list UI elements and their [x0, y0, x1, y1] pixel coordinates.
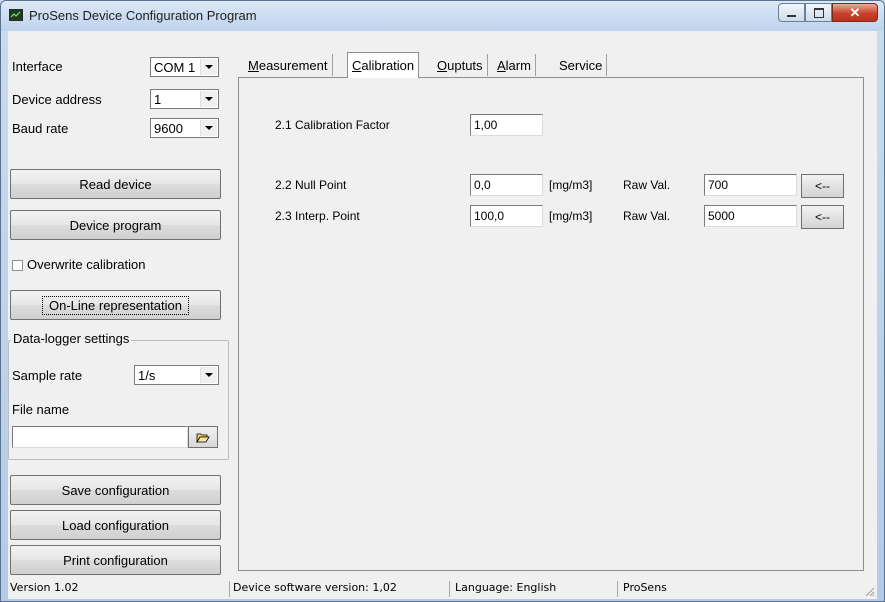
status-brand: ProSens: [623, 581, 667, 594]
tab-measurement[interactable]: Measurement: [244, 54, 333, 76]
tab-service[interactable]: Service: [555, 54, 608, 76]
null-point-raw-value: 700: [708, 178, 729, 192]
sample-rate-select[interactable]: 1/s: [134, 365, 219, 385]
device-program-label: Device program: [69, 217, 162, 233]
null-point-value: 0,0: [474, 178, 491, 192]
calibration-factor-label: 2.1 Calibration Factor: [275, 118, 390, 132]
file-name-label: File name: [12, 402, 70, 417]
tab-calibration-accel: C: [352, 58, 362, 73]
chevron-down-icon: [200, 59, 217, 75]
interp-point-unit: [mg/m3]: [549, 209, 593, 223]
null-point-label: 2.2 Null Point: [275, 178, 347, 192]
overwrite-calibration-checkbox[interactable]: [12, 260, 23, 271]
minimize-icon: [787, 14, 796, 17]
status-device-software: Device software version: 1,02: [233, 581, 397, 594]
arrow-left-icon: <--: [815, 210, 830, 224]
tab-outputs-label: uptuts: [447, 57, 483, 73]
client-area: Interface COM 1 Device address 1 Baud ra…: [8, 31, 877, 579]
status-separator: [449, 581, 450, 597]
status-separator: [229, 581, 230, 597]
close-icon: ✕: [849, 4, 861, 20]
status-separator: [617, 581, 618, 597]
device-address-label: Device address: [12, 92, 102, 107]
null-point-raw-label: Raw Val.: [623, 178, 671, 192]
interp-point-raw-label: Raw Val.: [623, 209, 671, 223]
chevron-down-icon: [200, 91, 217, 107]
calibration-factor-value: 1,00: [474, 118, 498, 132]
left-panel: Interface COM 1 Device address 1 Baud ra…: [8, 31, 231, 579]
window-title: ProSens Device Configuration Program: [29, 8, 257, 23]
tab-alarm-accel: A: [497, 57, 506, 73]
title-bar[interactable]: ProSens Device Configuration Program ✕: [1, 1, 884, 31]
null-point-raw-input[interactable]: 700: [704, 174, 797, 196]
device-address-select[interactable]: 1: [150, 89, 219, 109]
device-address-value: 1: [154, 92, 162, 107]
tab-service-label: Service: [559, 57, 603, 73]
tab-calibration[interactable]: Calibration: [347, 52, 420, 78]
device-program-button[interactable]: Device program: [10, 210, 221, 240]
datalogger-title: Data-logger settings: [11, 331, 132, 346]
null-point-input[interactable]: 0,0: [470, 174, 543, 196]
interface-label: Interface: [12, 59, 63, 74]
load-configuration-label: Load configuration: [62, 517, 169, 533]
read-device-label: Read device: [79, 176, 152, 192]
tab-calibration-label: alibration: [361, 58, 415, 73]
save-configuration-label: Save configuration: [61, 482, 170, 498]
tab-outputs-accel: O: [437, 57, 448, 73]
null-point-set-button[interactable]: <--: [801, 174, 844, 198]
print-configuration-label: Print configuration: [63, 552, 168, 568]
calibration-factor-input[interactable]: 1,00: [470, 114, 543, 136]
status-language: Language: English: [455, 581, 557, 594]
online-representation-button[interactable]: On-Line representation: [10, 290, 221, 320]
interp-point-input[interactable]: 100,0: [470, 205, 543, 227]
interp-point-value: 100,0: [474, 209, 505, 223]
tab-measurement-label: easurement: [258, 57, 328, 73]
tab-outputs[interactable]: Ouptuts: [433, 54, 488, 76]
maximize-button[interactable]: [805, 3, 832, 22]
folder-open-icon: [196, 433, 210, 443]
chevron-down-icon: [200, 367, 217, 383]
close-button[interactable]: ✕: [832, 3, 878, 22]
interp-point-label: 2.3 Interp. Point: [275, 209, 360, 223]
read-device-button[interactable]: Read device: [10, 169, 221, 199]
tab-alarm-label: larm: [505, 57, 531, 73]
sample-rate-value: 1/s: [138, 368, 156, 383]
print-configuration-button[interactable]: Print configuration: [10, 545, 221, 575]
baud-rate-select[interactable]: 9600: [150, 118, 219, 138]
interface-select[interactable]: COM 1: [150, 57, 219, 77]
app-icon: [9, 9, 23, 21]
tab-measurement-accel: M: [248, 57, 259, 73]
interp-point-set-button[interactable]: <--: [801, 205, 844, 229]
minimize-button[interactable]: [778, 3, 805, 22]
load-configuration-button[interactable]: Load configuration: [10, 510, 221, 540]
interface-value: COM 1: [154, 60, 196, 75]
sample-rate-label: Sample rate: [12, 368, 83, 383]
arrow-left-icon: <--: [815, 179, 830, 193]
tab-control: Measurement Calibration Ouptuts Alarm Se…: [234, 31, 877, 579]
status-version: Version 1.02: [10, 581, 79, 594]
file-name-input[interactable]: [12, 426, 188, 448]
caption-buttons: ✕: [778, 3, 878, 23]
maximize-icon: [813, 7, 824, 18]
baud-rate-label: Baud rate: [12, 121, 69, 136]
status-bar: Version 1.02 Device software version: 1,…: [8, 579, 877, 599]
save-configuration-button[interactable]: Save configuration: [10, 475, 221, 505]
overwrite-calibration-label: Overwrite calibration: [27, 257, 146, 272]
main-window: ProSens Device Configuration Program ✕ I…: [0, 0, 885, 602]
resize-grip-icon[interactable]: [863, 585, 875, 597]
browse-folder-button[interactable]: [188, 426, 218, 448]
baud-rate-value: 9600: [154, 121, 183, 136]
calibration-tab-page: 2.1 Calibration Factor 1,00 2.2 Null Poi…: [238, 77, 864, 571]
online-representation-label: On-Line representation: [42, 295, 189, 315]
interp-point-raw-input[interactable]: 5000: [704, 205, 797, 227]
chevron-down-icon: [200, 120, 217, 136]
interp-point-raw-value: 5000: [708, 209, 735, 223]
null-point-unit: [mg/m3]: [549, 178, 593, 192]
tab-alarm[interactable]: Alarm: [493, 54, 536, 76]
